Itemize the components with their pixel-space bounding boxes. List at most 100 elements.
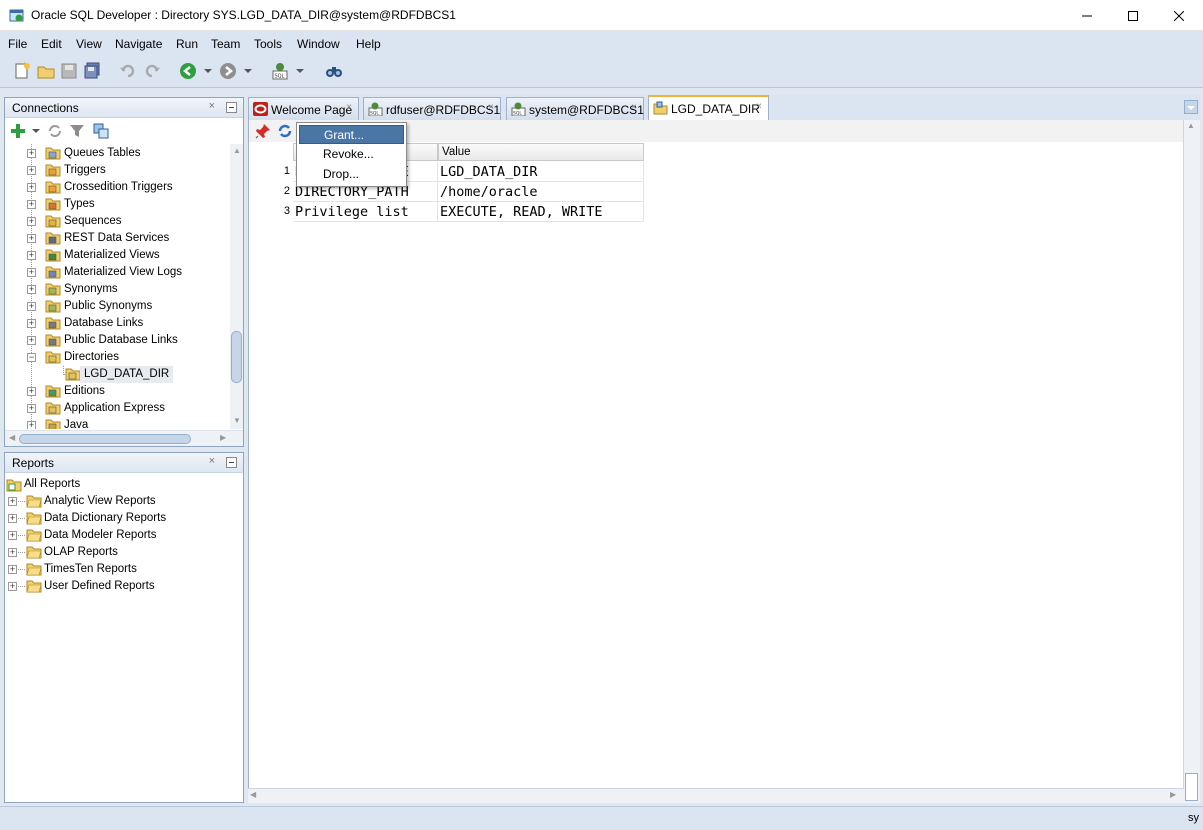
menu-run[interactable]: Run [176,37,198,51]
connections-hscroll-thumb[interactable] [19,434,191,444]
reports-panel-close-icon[interactable]: × [209,455,215,467]
report-category-node[interactable]: + TimesTen Reports [5,561,235,578]
expand-icon[interactable]: + [27,234,36,243]
expand-icon[interactable]: + [8,548,17,557]
tree-node[interactable]: + Synonyms [5,281,230,298]
tree-node[interactable]: + Java [5,417,230,429]
tree-node[interactable]: + Database Links [5,315,230,332]
open-button[interactable] [36,61,56,81]
forward-button[interactable] [218,61,238,81]
grant-menu-item[interactable]: Grant... [299,125,404,144]
tab-rdfuser-worksheet[interactable]: SQL rdfuser@RDFDBCS1 × [363,97,501,120]
tree-node[interactable]: + Application Express [5,400,230,417]
filter-icon[interactable] [69,123,85,139]
expand-icon[interactable]: + [27,166,36,175]
expand-icon[interactable]: + [8,497,17,506]
menu-file[interactable]: File [8,37,27,51]
expand-icon[interactable]: + [27,319,36,328]
report-category-node[interactable]: + Data Dictionary Reports [5,510,235,527]
property-value-cell[interactable]: LGD_DATA_DIR [438,162,644,182]
all-reports-node[interactable]: All Reports [5,476,235,493]
expand-icon[interactable]: + [27,404,36,413]
scroll-up-icon[interactable]: ▲ [233,146,241,155]
tree-node[interactable]: − Directories [5,349,230,366]
expand-icon[interactable]: + [8,531,17,540]
scroll-left-icon[interactable]: ◀ [9,433,15,442]
expand-icon[interactable]: + [27,149,36,158]
tab-close-icon[interactable]: × [346,102,352,113]
expand-icon[interactable]: + [27,200,36,209]
refresh-icon[interactable] [277,123,293,139]
tab-close-icon[interactable]: × [756,101,762,112]
grid-header-value[interactable]: Value [438,143,644,161]
expand-icon[interactable]: + [8,565,17,574]
menu-edit[interactable]: Edit [41,37,62,51]
redo-button[interactable] [142,61,162,81]
tree-node[interactable]: + REST Data Services [5,230,230,247]
forward-dropdown-icon[interactable] [244,69,252,73]
revoke-menu-item[interactable]: Revoke... [299,145,404,164]
scroll-left-icon[interactable]: ◀ [250,790,256,799]
tree-node[interactable]: + Public Synonyms [5,298,230,315]
back-button[interactable] [178,61,198,81]
schema-browser-icon[interactable] [93,123,109,139]
pin-icon[interactable] [255,123,271,139]
editor-vscroll-thumb[interactable] [1185,773,1198,801]
report-category-node[interactable]: + User Defined Reports [5,578,235,595]
tree-node[interactable]: LGD_DATA_DIR [5,366,230,383]
report-category-node[interactable]: + Analytic View Reports [5,493,235,510]
editor-vscrollbar[interactable]: ▲ [1183,120,1200,803]
report-category-node[interactable]: + Data Modeler Reports [5,527,235,544]
tree-node[interactable]: + Materialized Views [5,247,230,264]
connections-vscroll-thumb[interactable] [231,331,242,383]
tab-close-icon[interactable]: × [488,102,494,113]
drop-menu-item[interactable]: Drop... [299,165,404,184]
connections-hscrollbar[interactable]: ◀ ▶ [5,430,243,446]
tree-node[interactable]: + Queues Tables [5,145,230,162]
add-connection-dropdown-icon[interactable] [32,129,40,133]
expand-icon[interactable]: + [27,268,36,277]
expand-icon[interactable]: + [27,217,36,226]
expand-icon[interactable]: + [27,251,36,260]
expand-icon[interactable]: + [27,183,36,192]
sql-worksheet-button[interactable]: SQL [270,61,290,81]
expand-icon[interactable]: + [27,421,36,429]
maximize-button[interactable] [1110,0,1156,31]
connections-panel-minimize-icon[interactable] [226,102,237,113]
menu-window[interactable]: Window [297,37,340,51]
menu-help[interactable]: Help [356,37,381,51]
connections-vscrollbar[interactable]: ▲ ▼ [230,144,243,429]
tab-system-worksheet[interactable]: SQL system@RDFDBCS1 × [506,97,644,120]
close-window-button[interactable] [1156,0,1202,31]
add-connection-icon[interactable] [10,123,26,139]
undo-button[interactable] [118,61,138,81]
scroll-right-icon[interactable]: ▶ [220,433,226,442]
minimize-button[interactable] [1064,0,1110,31]
new-button[interactable] [12,61,32,81]
tree-node[interactable]: + Sequences [5,213,230,230]
find-db-object-button[interactable] [324,61,344,81]
tree-node[interactable]: + Types [5,196,230,213]
reports-panel-minimize-icon[interactable] [226,457,237,468]
menu-tools[interactable]: Tools [254,37,282,51]
back-dropdown-icon[interactable] [204,69,212,73]
expand-icon[interactable]: + [27,387,36,396]
expand-icon[interactable]: + [27,285,36,294]
editor-hscrollbar[interactable]: ◀ ▶ [248,788,1184,803]
tab-welcome-page[interactable]: Welcome Page × [248,97,359,120]
tree-node[interactable]: + Public Database Links [5,332,230,349]
expand-icon[interactable]: + [8,582,17,591]
property-value-cell[interactable]: /home/oracle [438,182,644,202]
tree-node[interactable]: + Editions [5,383,230,400]
connections-panel-close-icon[interactable]: × [209,100,215,112]
expand-icon[interactable]: + [27,302,36,311]
tree-node[interactable]: + Crossedition Triggers [5,179,230,196]
tab-list-dropdown-button[interactable] [1184,100,1198,114]
property-value-cell[interactable]: EXECUTE, READ, WRITE [438,202,644,222]
save-all-button[interactable] [82,61,102,81]
scroll-up-icon[interactable]: ▲ [1187,121,1195,130]
tree-node[interactable]: + Triggers [5,162,230,179]
menu-view[interactable]: View [76,37,102,51]
sql-worksheet-dropdown-icon[interactable] [296,69,304,73]
expand-icon[interactable]: + [8,514,17,523]
